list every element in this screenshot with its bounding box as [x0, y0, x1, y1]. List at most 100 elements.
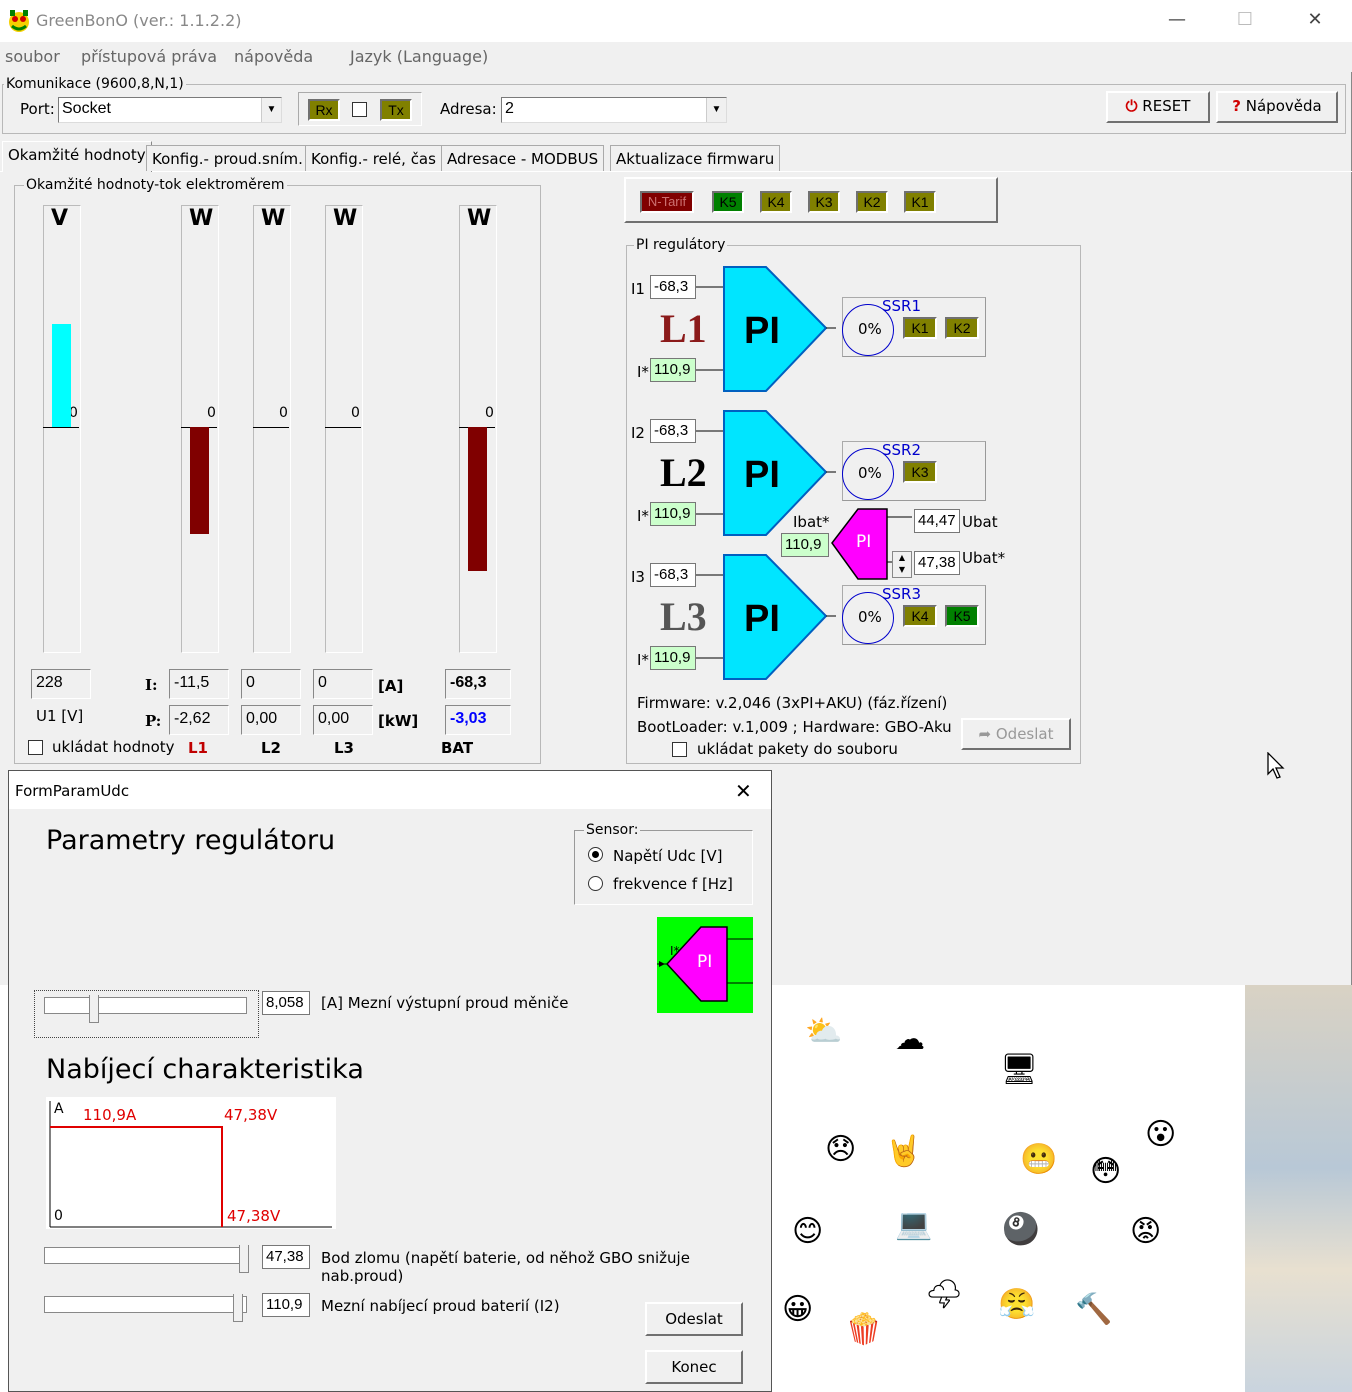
chevron-down-icon[interactable]: ▼: [706, 98, 726, 122]
battery-pi-label: PI: [856, 532, 872, 552]
slider2-value[interactable]: 47,38: [262, 1245, 310, 1269]
title-bar: GreenBonO (ver.: 1.1.2.2) — ☐ ✕: [0, 0, 1352, 42]
sensor-option-voltage: Napětí Udc [V]: [613, 847, 723, 865]
meter-gauge: [253, 205, 291, 653]
phase-current-value: -68,3: [650, 563, 696, 587]
dialog-send-button[interactable]: Odeslat: [645, 1302, 743, 1336]
meter-zero-line: [43, 427, 79, 428]
meter-zero-label: 0: [279, 405, 288, 421]
col-label-l1: L1: [188, 739, 208, 757]
power-unit-label: [kW]: [378, 712, 419, 730]
dialog-close-icon[interactable]: ✕: [735, 779, 752, 803]
n-tariff-indicator: N-Tarif: [640, 191, 694, 213]
smiley-icon: 🔨: [1075, 1292, 1113, 1327]
meter-unit-label: W: [261, 206, 286, 231]
l2-current-field: 0: [241, 669, 301, 699]
ssr-relay-indicator: K3: [903, 461, 937, 483]
meter-gauge: [325, 205, 363, 653]
address-value: 2: [505, 100, 514, 117]
ssr-percent: 0%: [858, 320, 882, 338]
close-icon[interactable]: ✕: [1303, 8, 1327, 32]
chevron-down-icon[interactable]: ▼: [261, 98, 281, 122]
reset-button[interactable]: ⏻ RESET: [1106, 91, 1210, 123]
slider1-value[interactable]: 8,058: [262, 991, 310, 1015]
tab-relay-config[interactable]: Konfig.- relé, čas: [305, 145, 442, 171]
u1-label: U1 [V]: [36, 707, 84, 725]
computer-icon: 🖥: [1000, 1052, 1039, 1087]
help-button-label: Nápověda: [1245, 97, 1322, 115]
smiley-icon: 🎱: [1002, 1212, 1040, 1247]
menu-file[interactable]: soubor: [5, 47, 60, 66]
tab-modbus[interactable]: Adresace - MODBUS: [441, 145, 605, 171]
k1-indicator: K1: [904, 191, 936, 213]
port-value: Socket: [62, 100, 111, 117]
minimize-icon[interactable]: —: [1165, 8, 1189, 32]
phase-setpoint-label: I*: [637, 363, 649, 381]
dialog-close-button[interactable]: Konec: [645, 1350, 743, 1384]
slider3-track[interactable]: [44, 1296, 247, 1313]
chart-axis-a-label: A: [54, 1101, 64, 1117]
pi-block-label: PI: [744, 598, 780, 640]
sensor-radio-voltage[interactable]: [588, 847, 603, 862]
menu-language[interactable]: Jazyk (Language): [350, 47, 488, 66]
save-packets-checkbox[interactable]: [672, 742, 687, 757]
slider1-thumb[interactable]: [89, 995, 99, 1023]
menu-access-rights[interactable]: přístupová práva: [81, 47, 217, 66]
slider2-label: Bod zlomu (napětí baterie, od něhož GBO …: [321, 1249, 690, 1285]
ubat-set-value[interactable]: 47,38: [914, 551, 960, 575]
maximize-icon[interactable]: ☐: [1233, 8, 1257, 32]
rx-tx-checkbox[interactable]: [352, 102, 367, 117]
slider3-value[interactable]: 110,9: [262, 1293, 310, 1317]
address-label: Adresa:: [440, 100, 497, 118]
power-row-label: P:: [145, 712, 162, 730]
phase-current-label: I2: [631, 424, 645, 442]
tab-firmware[interactable]: Aktualizace firmwaru: [610, 145, 781, 171]
save-packets-label: ukládat pakety do souboru: [697, 740, 898, 758]
tab-sensor-config[interactable]: Konfig.- proud.sním.: [146, 145, 309, 171]
meter-zero-label: 0: [351, 405, 360, 421]
chart-voltage-top-label: 47,38V: [224, 1106, 278, 1124]
current-row-label: I:: [145, 676, 158, 694]
ibat-label: Ibat*: [793, 513, 830, 531]
pi-block-label: PI: [744, 454, 780, 496]
meter-unit-label: W: [189, 206, 214, 231]
meter-zero-label: 0: [485, 405, 494, 421]
desktop-wallpaper: [1245, 985, 1352, 1392]
address-select[interactable]: 2 ▼: [501, 97, 727, 123]
ssr-name: SSR3: [882, 585, 922, 603]
ssr-relay-indicator: K4: [903, 605, 937, 627]
ssr-percent: 0%: [858, 608, 882, 626]
ssr-relay-indicator: K2: [945, 317, 979, 339]
meter-unit-label: W: [467, 206, 492, 231]
save-values-checkbox[interactable]: [28, 740, 43, 755]
slider2-track[interactable]: [44, 1247, 247, 1264]
slider3-thumb[interactable]: [233, 1294, 243, 1322]
smiley-icon: 😮: [1145, 1117, 1177, 1152]
help-button[interactable]: ? Nápověda: [1216, 91, 1338, 123]
sun-cloud-icon: ⛅: [805, 1014, 843, 1049]
send-button-disabled[interactable]: ➦ Odeslat: [961, 718, 1071, 750]
send-icon: ➦: [978, 725, 992, 743]
sensor-group-title: Sensor:: [584, 822, 641, 838]
menu-help[interactable]: nápověda: [234, 47, 313, 66]
meter-unit-label: V: [51, 206, 69, 231]
slider1-track[interactable]: [44, 997, 247, 1014]
pi-block-label: PI: [744, 310, 780, 352]
save-values-label: ukládat hodnoty: [52, 738, 175, 756]
dialog-title: FormParamUdc: [15, 782, 130, 800]
k3-indicator: K3: [808, 191, 840, 213]
ssr-relay-indicator: K5: [945, 605, 979, 627]
slider2-thumb[interactable]: [239, 1245, 249, 1273]
l1-power-field: -2,62: [169, 705, 229, 735]
smiley-icon: 🍿: [845, 1312, 883, 1347]
smiley-icon: 🤘: [885, 1134, 923, 1169]
rx-indicator: Rx: [308, 99, 340, 121]
port-select[interactable]: Socket ▼: [58, 97, 282, 123]
ssr-percent: 0%: [858, 464, 882, 482]
smiley-icon: 😊: [792, 1214, 824, 1249]
ubat-spinner[interactable]: ▲ ▼: [892, 551, 912, 578]
k5-indicator: K5: [712, 191, 744, 213]
sensor-radio-frequency[interactable]: [588, 876, 603, 891]
l1-current-field: -11,5: [169, 669, 229, 699]
tab-instant-values[interactable]: Okamžité hodnoty: [2, 141, 152, 172]
